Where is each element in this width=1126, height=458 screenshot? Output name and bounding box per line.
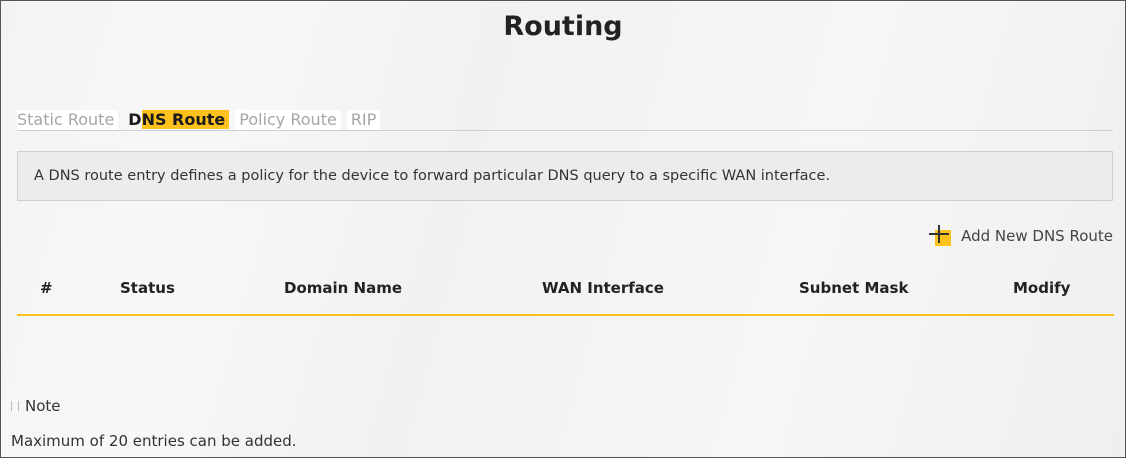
routing-panel: Routing Static Route DNS Route Policy Ro… bbox=[0, 0, 1126, 458]
column-header-wan-interface: WAN Interface bbox=[542, 279, 664, 297]
tab-label: RIP bbox=[350, 110, 377, 129]
add-new-dns-route-button[interactable]: Add New DNS Route bbox=[929, 224, 1113, 248]
add-button-label: Add New DNS Route bbox=[961, 227, 1113, 245]
column-header-status: Status bbox=[120, 279, 175, 297]
note-text: Maximum of 20 entries can be added. bbox=[11, 432, 297, 450]
column-header-index: # bbox=[40, 279, 53, 297]
note-heading-label: Note bbox=[25, 397, 61, 415]
tab-label-prefix: D bbox=[128, 110, 142, 129]
description-box: A DNS route entry defines a policy for t… bbox=[17, 151, 1113, 201]
tab-label: Policy Route bbox=[239, 110, 337, 129]
tab-bar: Static Route DNS Route Policy Route RIP bbox=[17, 110, 386, 130]
tab-label: NS Route bbox=[141, 110, 230, 129]
tab-policy-route[interactable]: Policy Route bbox=[235, 110, 341, 130]
column-header-subnet-mask: Subnet Mask bbox=[799, 279, 909, 297]
tab-dns-route[interactable]: DNS Route bbox=[124, 110, 230, 130]
column-header-domain-name: Domain Name bbox=[284, 279, 403, 297]
note-marker-icon bbox=[11, 401, 19, 411]
tab-divider bbox=[17, 130, 1113, 131]
tab-label: Static Route bbox=[17, 110, 115, 129]
tab-rip[interactable]: RIP bbox=[346, 110, 381, 130]
note-heading: Note bbox=[11, 397, 61, 415]
tab-static-route[interactable]: Static Route bbox=[17, 110, 119, 130]
table-header-divider bbox=[17, 314, 1114, 316]
page-title: Routing bbox=[503, 11, 623, 42]
table-header: # Status Domain Name WAN Interface Subne… bbox=[17, 279, 1113, 305]
column-header-modify: Modify bbox=[1013, 279, 1071, 297]
plus-icon bbox=[929, 225, 953, 247]
